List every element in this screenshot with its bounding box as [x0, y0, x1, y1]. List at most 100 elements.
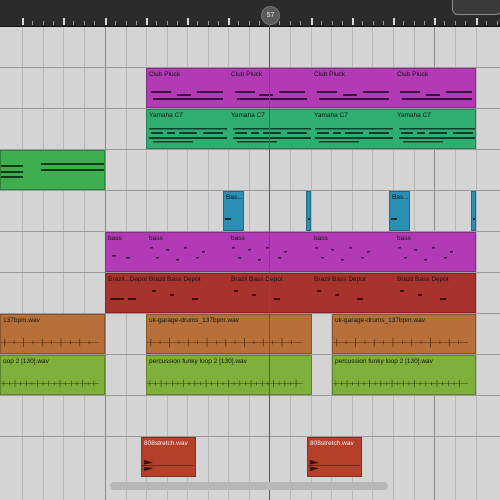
midi-notes	[110, 290, 446, 300]
ruler-beat-tick	[486, 21, 488, 25]
track-lane-8[interactable]: 137bpm.wav uk-garage-drums_137bpm.wav uk…	[0, 314, 500, 355]
ruler-bar-tick	[476, 18, 478, 25]
ruler-beat-tick	[83, 21, 85, 25]
ruler-beat-tick	[331, 21, 333, 25]
midi-clip-green[interactable]	[0, 150, 105, 190]
ruler-bar-tick	[228, 18, 230, 25]
audio-clip-uk-garage-drums[interactable]: 137bpm.wav	[0, 314, 105, 354]
audio-waveform	[147, 379, 303, 388]
audio-waveform	[308, 459, 360, 472]
ruler-bar-tick	[187, 18, 189, 25]
clip-loop-label: Yamaha C7	[231, 112, 265, 119]
audio-clip-808stretch[interactable]: 808stretch.wav	[141, 437, 196, 477]
midi-clip-bass[interactable]: bass bass bass bass bass	[105, 232, 476, 272]
playhead-handle[interactable]: 57	[261, 6, 280, 25]
playhead-line	[269, 14, 270, 500]
ruler-beat-tick	[454, 21, 456, 25]
midi-clip-brazil-bass-depot[interactable]: Brazil...Depot Brazil Bass Depot Brazil …	[105, 273, 476, 313]
clip-label: oop 2 [130].wav	[3, 358, 49, 365]
midi-clip-bass-tiny[interactable]	[306, 191, 311, 231]
clip-loop-label: Brazil Bass Depot	[149, 276, 201, 283]
ruler-beat-tick	[32, 21, 34, 25]
ruler-beat-tick	[403, 21, 405, 25]
zoom-overview-box[interactable]	[452, 0, 500, 15]
ruler-beat-tick	[135, 21, 137, 25]
audio-waveform	[147, 337, 303, 348]
midi-notes	[151, 91, 472, 100]
ruler-beat-tick	[207, 21, 209, 25]
ruler-baseline	[0, 26, 500, 27]
ruler-beat-tick	[52, 21, 54, 25]
clip-loop-label: bass	[149, 235, 163, 242]
track-lane-1[interactable]	[0, 27, 500, 68]
ruler-beat-tick	[73, 21, 75, 25]
midi-notes	[308, 218, 310, 220]
ruler-beat-tick	[279, 21, 281, 25]
ruler-beat-tick	[362, 21, 364, 25]
ruler-bar-tick	[393, 18, 395, 25]
track-lane-5[interactable]: Bas... Bas...	[0, 191, 500, 232]
track-lane-10[interactable]	[0, 396, 500, 437]
ruler-bar-tick	[146, 18, 148, 25]
audio-clip-808stretch[interactable]: 808stretch.wav	[307, 437, 362, 477]
track-lane-2[interactable]: Club Pluck Club Pluck Club Pluck Club Pl…	[0, 68, 500, 109]
ruler-bar-tick	[311, 18, 313, 25]
ruler-beat-tick	[372, 21, 374, 25]
midi-notes	[473, 218, 475, 220]
clip-label: Yamaha C7	[149, 112, 183, 119]
ruler-beat-tick	[299, 21, 301, 25]
arrangement-area[interactable]: Club Pluck Club Pluck Club Pluck Club Pl…	[0, 27, 500, 500]
audio-clip-uk-garage-drums[interactable]: uk-garage-drums_137bpm.wav	[146, 314, 312, 354]
ruler-beat-tick	[496, 21, 498, 25]
clip-loop-label: Club Pluck	[231, 71, 263, 78]
track-lane-4[interactable]	[0, 150, 500, 191]
clip-loop-label: Brazil Bass Depot	[314, 276, 366, 283]
track-lane-9[interactable]: oop 2 [130].wav percussion funky loop 2 …	[0, 355, 500, 396]
ruler-beat-tick	[321, 21, 323, 25]
clip-loop-label: bass	[314, 235, 328, 242]
audio-clip-percussion-loop[interactable]: percussion funky loop 2 [130].wav	[146, 355, 312, 395]
audio-waveform	[1, 337, 100, 348]
audio-waveform	[142, 459, 194, 472]
clip-label: Brazil...Depot	[108, 276, 148, 283]
clip-loop-label: Brazil Bass Depot	[231, 276, 283, 283]
ruler-beat-tick	[248, 21, 250, 25]
track-lane-6[interactable]: bass bass bass bass bass	[0, 232, 500, 273]
audio-clip-percussion-loop[interactable]: oop 2 [130].wav	[0, 355, 105, 395]
midi-clip-yamaha-c7[interactable]: Yamaha C7 Yamaha C7 Yamaha C7 Yamaha C7	[146, 109, 476, 149]
midi-clip-bass-short[interactable]: Bas...	[389, 191, 410, 231]
clip-label: Bas...	[226, 194, 243, 201]
clip-label: percussion funky loop 2 [130].wav	[149, 358, 247, 365]
timeline-ruler[interactable]	[0, 0, 500, 27]
track-lane-11[interactable]: 808stretch.wav 808stretch.wav	[0, 437, 500, 500]
ruler-beat-tick	[423, 21, 425, 25]
clip-label: 808stretch.wav	[144, 440, 188, 447]
ruler-beat-tick	[341, 21, 343, 25]
midi-notes	[225, 218, 231, 220]
midi-clip-club-pluck[interactable]: Club Pluck Club Pluck Club Pluck Club Pl…	[146, 68, 476, 108]
ruler-beat-tick	[444, 21, 446, 25]
horizontal-scrollbar[interactable]	[110, 482, 388, 490]
clip-loop-label: Club Pluck	[314, 71, 346, 78]
ruler-beat-tick	[289, 21, 291, 25]
midi-clip-bass-tiny[interactable]	[471, 191, 476, 231]
ruler-bar-tick	[352, 18, 354, 25]
ruler-bar-tick	[22, 18, 24, 25]
track-lane-7[interactable]: Brazil...Depot Brazil Bass Depot Brazil …	[0, 273, 500, 314]
clip-loop-label: bass	[397, 235, 411, 242]
track-lane-3[interactable]: Yamaha C7 Yamaha C7 Yamaha C7 Yamaha C7	[0, 109, 500, 150]
ruler-beat-tick	[238, 21, 240, 25]
ruler-beat-tick	[176, 21, 178, 25]
midi-notes	[112, 247, 453, 261]
clip-label: 808stretch.wav	[310, 440, 354, 447]
ruler-beat-tick	[464, 21, 466, 25]
audio-waveform	[333, 337, 468, 348]
clip-label: percussion funky loop 2 [130].wav	[335, 358, 433, 365]
audio-clip-percussion-loop[interactable]: percussion funky loop 2 [130].wav	[332, 355, 476, 395]
midi-clip-bass-short[interactable]: Bas...	[223, 191, 244, 231]
clip-label: bass	[108, 235, 122, 242]
midi-notes	[1, 163, 104, 178]
ruler-beat-tick	[93, 21, 95, 25]
midi-notes	[391, 218, 397, 220]
audio-clip-uk-garage-drums[interactable]: uk-garage-drums_137bpm.wav	[332, 314, 476, 354]
